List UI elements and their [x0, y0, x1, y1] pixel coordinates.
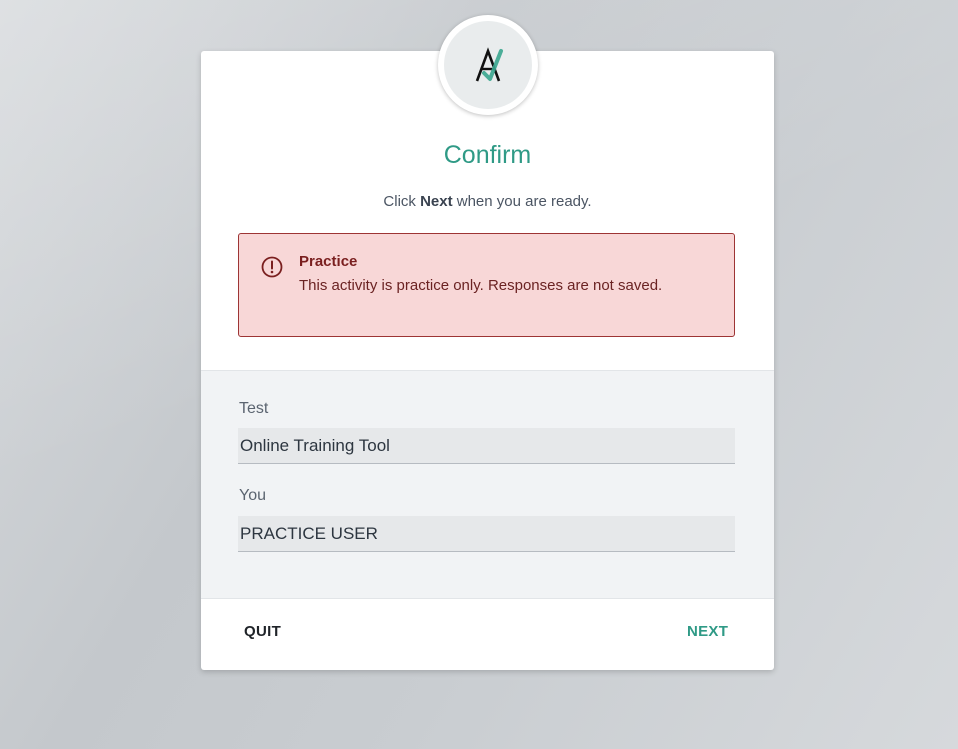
- practice-alert: Practice This activity is practice only.…: [238, 233, 735, 337]
- test-label: Test: [239, 400, 269, 417]
- details-section: Test Online Training Tool You PRACTICE U…: [201, 370, 774, 599]
- subtitle-prefix: Click: [383, 193, 421, 210]
- subtitle-next-emphasis: Next: [420, 193, 453, 210]
- user-value-field: PRACTICE USER: [238, 516, 735, 552]
- exclamation-circle-icon: [261, 256, 283, 278]
- app-logo-badge: [444, 21, 532, 109]
- app-logo: [438, 15, 538, 115]
- user-label: You: [239, 487, 266, 504]
- next-button[interactable]: NEXT: [687, 623, 728, 640]
- subtitle-suffix: when you are ready.: [452, 193, 592, 210]
- quit-button[interactable]: QUIT: [244, 623, 281, 640]
- confirm-dialog: Confirm Click Next when you are ready. P…: [201, 51, 774, 670]
- dialog-subtitle: Click Next when you are ready.: [201, 193, 774, 210]
- alert-message: This activity is practice only. Response…: [299, 277, 663, 294]
- test-value-field: Online Training Tool: [238, 428, 735, 464]
- dialog-title: Confirm: [443, 141, 532, 169]
- a-check-logo-icon: [475, 47, 503, 82]
- alert-title: Practice: [299, 253, 358, 270]
